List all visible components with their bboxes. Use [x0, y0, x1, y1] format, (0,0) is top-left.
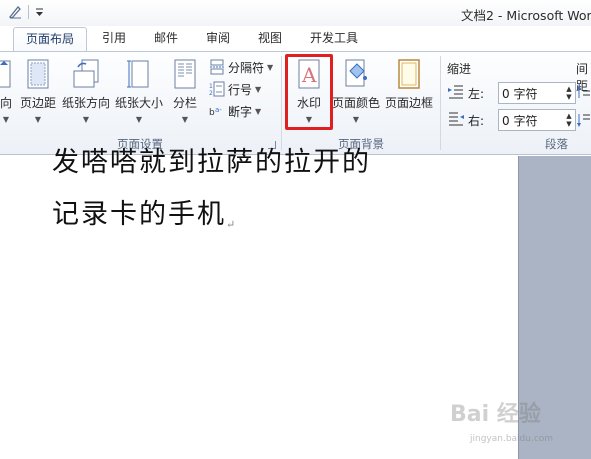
hyphenation-button[interactable]: b a- 断字 ▼ — [209, 101, 261, 121]
title-bar: 文档2 - Microsoft Wor — [0, 0, 591, 26]
indent-right-icon — [448, 112, 464, 129]
tab-references[interactable]: 引用 — [96, 26, 132, 51]
chevron-down-icon: ▼ — [34, 115, 42, 124]
line-numbers-button[interactable]: 12 行号 ▼ — [209, 79, 261, 99]
indent-left-row: 左: 0 字符 ▲ ▼ — [448, 81, 576, 105]
spin-up-icon[interactable]: ▲ — [566, 112, 571, 120]
margins-icon — [23, 58, 53, 90]
paper-size-button[interactable]: 纸张大小 ▼ — [114, 56, 164, 128]
page-borders-icon — [394, 58, 424, 90]
svg-text:2: 2 — [209, 90, 213, 97]
columns-button[interactable]: 分栏 ▼ — [168, 56, 202, 128]
group-separator — [281, 56, 282, 150]
breaks-button[interactable]: 分隔符 ▼ — [209, 57, 273, 77]
svg-text:1: 1 — [209, 83, 213, 90]
document-line-2: 记录卡的手机↵ — [52, 199, 236, 231]
indent-right-row: 右: 0 字符 ▲ ▼ — [448, 108, 576, 132]
chevron-down-icon: ▼ — [2, 115, 10, 124]
tab-developer[interactable]: 开发工具 — [304, 26, 364, 51]
ribbon-tabs: 页面布局 引用 邮件 审阅 视图 开发工具 — [0, 26, 591, 52]
paragraph-mark: ↵ — [226, 218, 236, 231]
tab-page-layout[interactable]: 页面布局 — [13, 27, 87, 52]
spin-down-icon[interactable]: ▼ — [566, 93, 571, 101]
indent-heading: 缩进 — [447, 62, 472, 76]
group-separator — [440, 56, 441, 150]
paint-bucket-icon — [341, 58, 371, 90]
spin-up-icon[interactable]: ▲ — [566, 85, 571, 93]
columns-icon — [170, 58, 200, 90]
customize-qat-icon[interactable] — [33, 4, 45, 20]
indent-left-icon — [448, 85, 464, 102]
watermark-highlight-box — [285, 54, 333, 130]
svg-text:a-: a- — [215, 106, 222, 114]
chevron-down-icon: ▼ — [135, 115, 143, 124]
chevron-down-icon: ▼ — [181, 115, 189, 124]
chevron-down-icon: ▼ — [255, 84, 262, 94]
spacing-before-icon[interactable] — [576, 84, 590, 103]
watermark-url: jingyan.baidu.com — [470, 434, 554, 444]
tab-mailings[interactable]: 邮件 — [148, 26, 184, 51]
orientation-button[interactable]: 向 ▼ — [0, 56, 16, 128]
paper-orientation-icon — [71, 58, 101, 90]
indent-left-stepper[interactable]: 0 字符 ▲ ▼ — [498, 82, 576, 104]
pen-icon[interactable] — [6, 3, 24, 21]
indent-right-stepper[interactable]: 0 字符 ▲ ▼ — [498, 109, 576, 131]
chevron-down-icon: ▼ — [255, 106, 262, 116]
chevron-down-icon: ▼ — [82, 115, 90, 124]
margins-button[interactable]: 页边距 ▼ — [18, 56, 58, 128]
group-label-paragraph: 段落 — [545, 137, 568, 151]
window-title: 文档2 - Microsoft Wor — [461, 8, 591, 23]
qat-separator — [28, 5, 29, 19]
chevron-down-icon: ▼ — [352, 115, 360, 124]
tab-review[interactable]: 审阅 — [200, 26, 236, 51]
spacing-after-icon[interactable] — [576, 112, 590, 131]
document-area: 发嗒嗒就到拉萨的拉开的 记录卡的手机↵ Bai 经验 jingyan.baidu… — [0, 147, 591, 459]
breaks-icon — [209, 59, 225, 75]
chevron-down-icon: ▼ — [267, 62, 274, 72]
document-page[interactable]: 发嗒嗒就到拉萨的拉开的 记录卡的手机↵ — [0, 147, 519, 459]
paper-orientation-button[interactable]: 纸张方向 ▼ — [60, 56, 112, 128]
page-color-button[interactable]: 页面颜色 ▼ — [331, 56, 381, 128]
paper-size-icon — [124, 58, 154, 90]
watermark-logo: Bai 经验 — [450, 402, 541, 427]
spin-down-icon[interactable]: ▼ — [566, 120, 571, 128]
hyphenation-icon: b a- — [209, 103, 225, 119]
page-borders-button[interactable]: 页面边框 — [383, 56, 435, 128]
tab-view[interactable]: 视图 — [252, 26, 288, 51]
quick-access-toolbar — [6, 3, 45, 21]
document-line-1: 发嗒嗒就到拉萨的拉开的 — [52, 147, 371, 178]
line-numbers-icon: 12 — [209, 81, 225, 97]
